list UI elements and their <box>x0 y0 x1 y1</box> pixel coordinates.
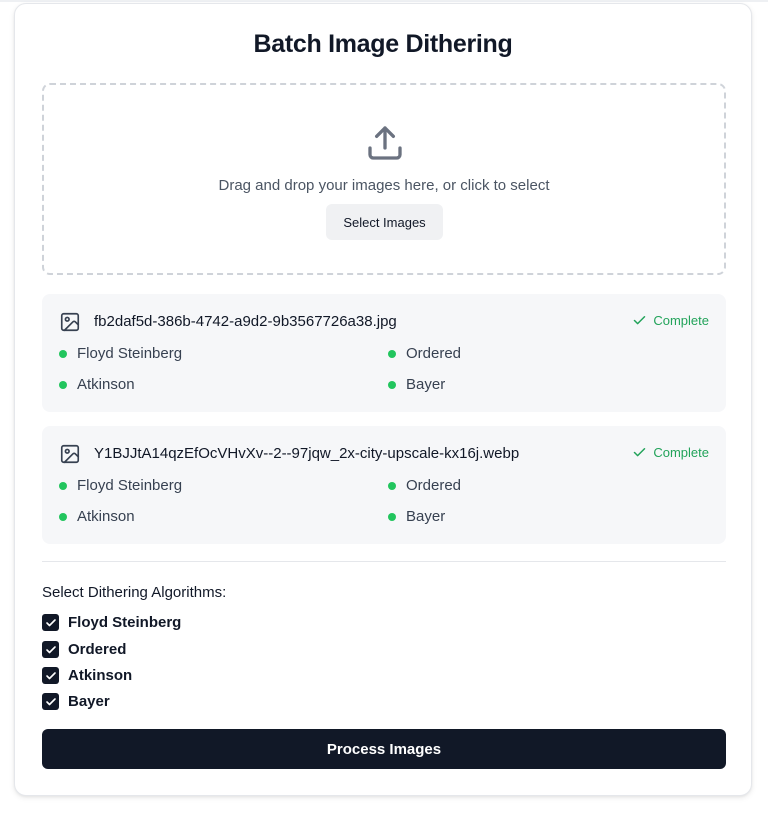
status-dot <box>59 481 67 490</box>
checkmark-icon <box>45 671 56 679</box>
top-border <box>0 0 768 2</box>
upload-icon <box>368 126 402 160</box>
checkbox[interactable] <box>42 641 59 658</box>
algorithm-option-ordered[interactable]: Ordered <box>42 641 126 658</box>
checkbox[interactable] <box>42 667 59 684</box>
checkmark-icon <box>45 697 56 705</box>
algorithm-label: Floyd Steinberg <box>77 345 183 362</box>
algorithm-label: Atkinson <box>77 508 135 525</box>
checkbox[interactable] <box>42 693 59 710</box>
status-dot <box>59 512 67 521</box>
status-label: Complete <box>653 313 709 328</box>
status-label: Complete <box>653 445 709 460</box>
image-file-icon <box>60 444 80 464</box>
dropzone-text: Drag and drop your images here, or click… <box>218 177 550 194</box>
file-card: Y1BJJtA14qzEfOcVHvXv--2--97jqw_2x-city-u… <box>42 426 726 544</box>
option-label: Atkinson <box>68 667 133 684</box>
checkbox[interactable] <box>42 614 59 631</box>
status-dot <box>388 481 396 490</box>
process-images-button[interactable]: Process Images <box>42 729 726 769</box>
status-dot <box>388 349 396 358</box>
check-icon <box>634 316 646 325</box>
algorithm-status: Bayer <box>388 376 445 393</box>
option-label: Bayer <box>68 693 110 710</box>
status-dot <box>59 380 67 389</box>
file-card: fb2daf5d-386b-4742-a9d2-9b3567726a38.jpg… <box>42 294 726 412</box>
algorithm-label: Floyd Steinberg <box>77 477 183 494</box>
algorithm-option-bayer[interactable]: Bayer <box>42 693 110 710</box>
algorithm-label: Ordered <box>406 477 462 494</box>
option-label: Ordered <box>68 641 127 658</box>
image-file-icon <box>60 312 80 332</box>
page-title: Batch Image Dithering <box>253 30 513 58</box>
algorithm-status: Ordered <box>388 477 461 494</box>
status-badge: Complete <box>632 445 709 460</box>
check-icon <box>634 448 646 457</box>
dithering-card: Batch Image Dithering Drag and drop your… <box>14 3 752 796</box>
checkmark-icon <box>45 645 56 653</box>
file-name: Y1BJJtA14qzEfOcVHvXv--2--97jqw_2x-city-u… <box>94 445 520 462</box>
algorithm-label: Atkinson <box>77 376 135 393</box>
algorithm-label: Bayer <box>406 376 446 393</box>
select-images-button[interactable]: Select Images <box>326 204 443 240</box>
algorithm-status: Floyd Steinberg <box>59 345 182 362</box>
status-dot <box>388 512 396 521</box>
algorithm-status: Atkinson <box>59 508 135 525</box>
algorithm-option-floyd-steinberg[interactable]: Floyd Steinberg <box>42 614 181 631</box>
algorithm-label: Ordered <box>406 345 462 362</box>
status-dot <box>388 380 396 389</box>
algorithm-status: Ordered <box>388 345 461 362</box>
algorithm-status: Atkinson <box>59 376 135 393</box>
status-badge: Complete <box>632 313 709 328</box>
section-divider <box>42 561 726 562</box>
algorithm-status: Bayer <box>388 508 445 525</box>
algorithm-label: Bayer <box>406 508 446 525</box>
status-dot <box>59 349 67 358</box>
algorithm-section-label: Select Dithering Algorithms: <box>42 584 227 601</box>
algorithm-option-atkinson[interactable]: Atkinson <box>42 667 132 684</box>
option-label: Floyd Steinberg <box>68 614 182 631</box>
algorithm-status: Floyd Steinberg <box>59 477 182 494</box>
file-name: fb2daf5d-386b-4742-a9d2-9b3567726a38.jpg <box>94 313 397 330</box>
image-dropzone[interactable]: Drag and drop your images here, or click… <box>42 83 726 275</box>
checkmark-icon <box>45 618 56 626</box>
